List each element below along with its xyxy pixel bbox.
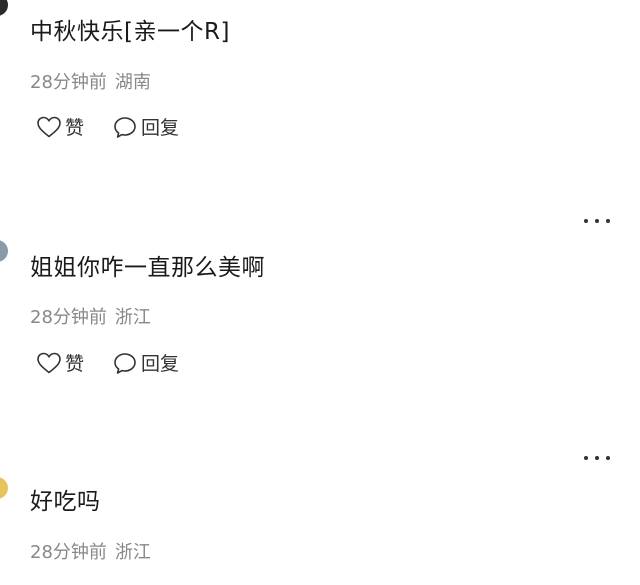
- comment-actions: 赞 回复: [36, 349, 179, 376]
- more-dot: [606, 456, 610, 460]
- avatar[interactable]: [0, 240, 8, 262]
- comment-time: 28分钟前: [30, 307, 107, 328]
- more-dot: [606, 219, 610, 223]
- comment-location: 浙江: [114, 542, 151, 563]
- more-dot: [595, 456, 599, 460]
- comment-text: 中秋快乐[亲一个R]: [30, 19, 230, 45]
- comment-time: 28分钟前: [30, 542, 107, 563]
- like-button[interactable]: 赞: [36, 349, 84, 376]
- speech-bubble-icon: [114, 352, 136, 374]
- more-options-button[interactable]: [584, 216, 610, 226]
- heart-outline-icon: [37, 352, 61, 373]
- more-dot: [595, 219, 599, 223]
- avatar[interactable]: [0, 0, 8, 16]
- comment-location: 浙江: [114, 307, 151, 328]
- comment-meta: 28分钟前 浙江: [30, 306, 151, 330]
- comment-text: 姐姐你咋一直那么美啊: [30, 255, 265, 281]
- like-label: 赞: [65, 353, 85, 375]
- next-row-peek: [30, 578, 190, 585]
- comment-meta: 28分钟前 湖南: [30, 71, 151, 95]
- reply-label: 回复: [141, 353, 180, 375]
- comment-text: 好吃吗: [30, 489, 101, 515]
- reply-button[interactable]: 回复: [112, 349, 179, 376]
- comment-item: 好吃吗 28分钟前 浙江: [0, 435, 640, 585]
- more-dots-icon: [584, 219, 588, 223]
- comment-location: 湖南: [114, 72, 151, 93]
- reply-button[interactable]: 回复: [112, 113, 179, 140]
- comment-meta: 28分钟前 浙江: [30, 541, 151, 565]
- heart-outline-icon: [37, 116, 61, 137]
- speech-bubble-icon: [114, 116, 136, 138]
- like-label: 赞: [65, 117, 85, 139]
- comment-item: 姐姐你咋一直那么美啊 28分钟前 浙江 赞 回复: [0, 200, 640, 425]
- like-button[interactable]: 赞: [36, 113, 84, 140]
- comment-actions: 赞 回复: [36, 113, 179, 140]
- avatar[interactable]: [0, 477, 8, 499]
- comment-time: 28分钟前: [30, 72, 107, 93]
- more-dots-icon: [584, 456, 588, 460]
- more-options-button[interactable]: [584, 453, 610, 463]
- comment-item: 中秋快乐[亲一个R] 28分钟前 湖南 赞 回复: [0, 0, 640, 170]
- reply-label: 回复: [141, 117, 180, 139]
